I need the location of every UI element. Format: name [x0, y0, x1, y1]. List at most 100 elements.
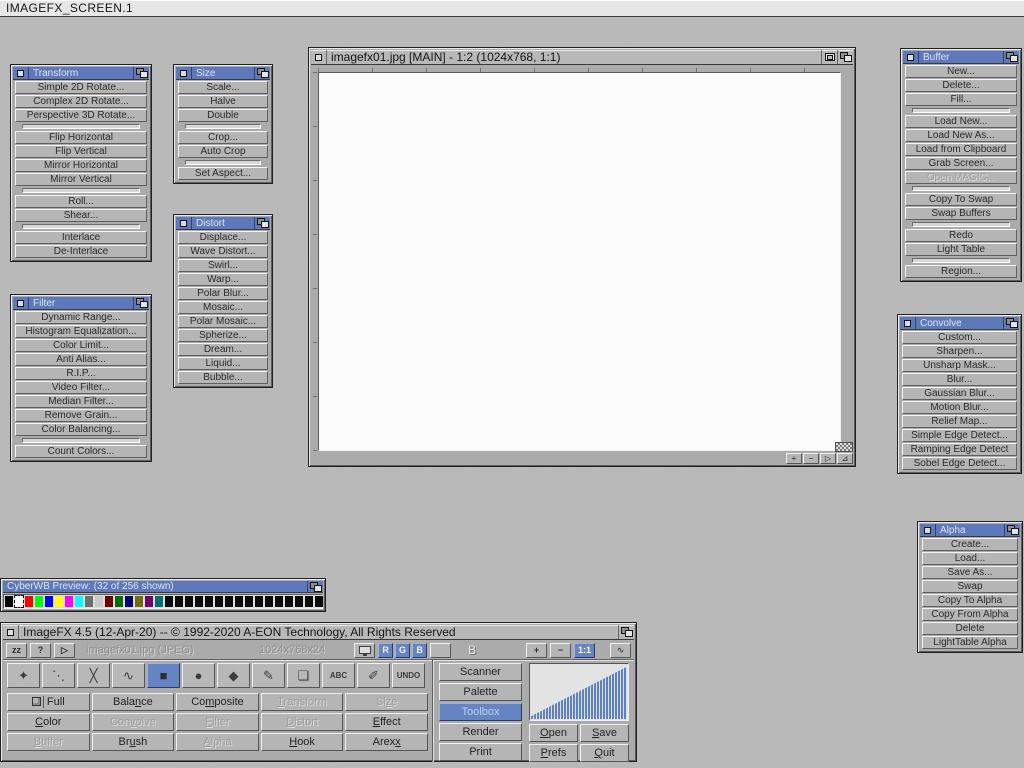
- color-swatch[interactable]: [125, 596, 133, 607]
- color-swatch[interactable]: [165, 596, 173, 607]
- line-tool[interactable]: ╳: [77, 663, 110, 688]
- panel-button[interactable]: Swap Buffers: [905, 207, 1017, 220]
- color-swatch[interactable]: [245, 596, 253, 607]
- panel-button[interactable]: Set Aspect...: [178, 167, 268, 180]
- action-button[interactable]: Open: [529, 724, 578, 742]
- depth-gadget[interactable]: [1003, 51, 1019, 63]
- depth-gadget[interactable]: [133, 67, 149, 79]
- graph-button[interactable]: ⊿: [837, 453, 853, 464]
- depth-gadget[interactable]: [1004, 524, 1020, 536]
- panel-button[interactable]: Wave Distort...: [178, 245, 268, 258]
- resize-gadget[interactable]: [835, 442, 853, 452]
- panel-button[interactable]: Load New...: [905, 115, 1017, 128]
- panel-button[interactable]: Double: [178, 109, 268, 122]
- panel-button[interactable]: Sobel Edge Detect...: [902, 457, 1017, 470]
- panel-button[interactable]: Relief Map...: [902, 415, 1017, 428]
- palette-titlebar[interactable]: CyberWB Preview: (32 of 256 shown): [3, 581, 323, 593]
- panel-button[interactable]: R.I.P...: [15, 367, 147, 380]
- panel-button[interactable]: [912, 186, 1010, 191]
- command-button[interactable]: Brush: [92, 733, 175, 751]
- command-button[interactable]: Distort: [261, 713, 344, 731]
- color-swatch[interactable]: [145, 596, 153, 607]
- command-button[interactable]: Hook: [261, 733, 344, 751]
- panel-button[interactable]: Copy From Alpha: [922, 608, 1018, 621]
- panel-button[interactable]: Motion Blur...: [902, 401, 1017, 414]
- curve-tool[interactable]: ∿: [112, 663, 145, 688]
- command-button[interactable]: Alpha: [176, 733, 259, 751]
- panel-button[interactable]: Mirror Horizontal: [15, 159, 147, 172]
- panel-button[interactable]: Remove Grain...: [15, 409, 147, 422]
- panel-button[interactable]: Color Balancing...: [15, 423, 147, 436]
- panel-button[interactable]: Grab Screen...: [905, 157, 1017, 170]
- size-titlebar[interactable]: Size: [176, 67, 270, 80]
- wave-preview-button[interactable]: ∿: [610, 643, 631, 658]
- panel-button[interactable]: Color Limit...: [15, 339, 147, 352]
- oval-tool[interactable]: ●: [182, 663, 215, 688]
- transform-titlebar[interactable]: Transform: [13, 67, 149, 80]
- color-swatch[interactable]: [75, 596, 83, 607]
- panel-button[interactable]: Create...: [922, 538, 1018, 551]
- panel-button[interactable]: [22, 438, 140, 443]
- mode-button[interactable]: Render: [439, 723, 522, 741]
- color-swatch[interactable]: [225, 596, 233, 607]
- alpha-titlebar[interactable]: Alpha: [920, 524, 1020, 537]
- zoom-out-button[interactable]: −: [803, 453, 819, 464]
- dither-toggle[interactable]: [430, 643, 451, 658]
- screen-mode-button[interactable]: [354, 643, 375, 658]
- zoom-gadget[interactable]: [821, 50, 837, 64]
- buffer-titlebar[interactable]: Buffer: [903, 51, 1019, 64]
- close-gadget[interactable]: [176, 67, 192, 79]
- panel-button[interactable]: Halve: [178, 95, 268, 108]
- depth-gadget[interactable]: [254, 217, 270, 229]
- zoom-out-button[interactable]: −: [550, 643, 571, 658]
- panel-button[interactable]: [185, 160, 261, 165]
- color-swatch[interactable]: [85, 596, 93, 607]
- zoom-in-button[interactable]: +: [526, 643, 547, 658]
- close-gadget[interactable]: [920, 524, 936, 536]
- close-gadget[interactable]: [3, 625, 19, 639]
- panel-button[interactable]: Copy To Alpha: [922, 594, 1018, 607]
- color-swatch[interactable]: [105, 596, 113, 607]
- panel-button[interactable]: [22, 124, 140, 129]
- panel-button[interactable]: Flip Horizontal: [15, 131, 147, 144]
- screen-titlebar[interactable]: IMAGEFX_SCREEN.1: [0, 0, 1024, 17]
- command-button[interactable]: Size: [345, 693, 428, 711]
- panel-button[interactable]: Anti Alias...: [15, 353, 147, 366]
- mode-button[interactable]: Print: [439, 743, 522, 761]
- panel-button[interactable]: Open MAGIC...: [905, 171, 1017, 184]
- color-swatch[interactable]: [55, 596, 63, 607]
- panel-button[interactable]: Delete: [922, 622, 1018, 635]
- color-swatch[interactable]: [215, 596, 223, 607]
- action-button[interactable]: Prefs: [529, 744, 578, 762]
- panel-button[interactable]: Interlace: [15, 231, 147, 244]
- box-tool[interactable]: ■: [147, 663, 180, 688]
- depth-gadget[interactable]: [837, 50, 853, 64]
- color-swatch[interactable]: [65, 596, 73, 607]
- command-button[interactable]: Filter: [176, 713, 259, 731]
- panel-button[interactable]: Save As...: [922, 566, 1018, 579]
- panel-button[interactable]: Scale...: [178, 81, 268, 94]
- main-titlebar[interactable]: ImageFX 4.5 (12-Apr-20) -- © 1992-2020 A…: [3, 625, 634, 640]
- close-gadget[interactable]: [900, 317, 916, 329]
- panel-button[interactable]: Blur...: [902, 373, 1017, 386]
- panel-button[interactable]: Perspective 3D Rotate...: [15, 109, 147, 122]
- color-swatch[interactable]: [185, 596, 193, 607]
- command-button[interactable]: Transform: [261, 693, 344, 711]
- panel-button[interactable]: Dream...: [178, 343, 268, 356]
- color-swatch[interactable]: [175, 596, 183, 607]
- panel-button[interactable]: Copy To Swap: [905, 193, 1017, 206]
- color-swatch[interactable]: [45, 596, 53, 607]
- panel-button[interactable]: Bubble...: [178, 371, 268, 384]
- color-swatch[interactable]: [35, 596, 43, 607]
- panel-button[interactable]: De-Interlace: [15, 245, 147, 258]
- command-button[interactable]: Composite: [176, 693, 259, 711]
- panel-button[interactable]: Swirl...: [178, 259, 268, 272]
- image-window-titlebar[interactable]: imagefx01.jpg [MAIN] - 1:2 (1024x768, 1:…: [311, 50, 853, 65]
- panel-button[interactable]: [912, 222, 1010, 227]
- command-button[interactable]: Full: [7, 693, 90, 711]
- close-gadget[interactable]: [311, 50, 327, 64]
- text-tool[interactable]: ABC: [322, 663, 355, 688]
- freehand-shape-tool[interactable]: ✎: [252, 663, 285, 688]
- panel-button[interactable]: Mosaic...: [178, 301, 268, 314]
- color-swatch[interactable]: [265, 596, 273, 607]
